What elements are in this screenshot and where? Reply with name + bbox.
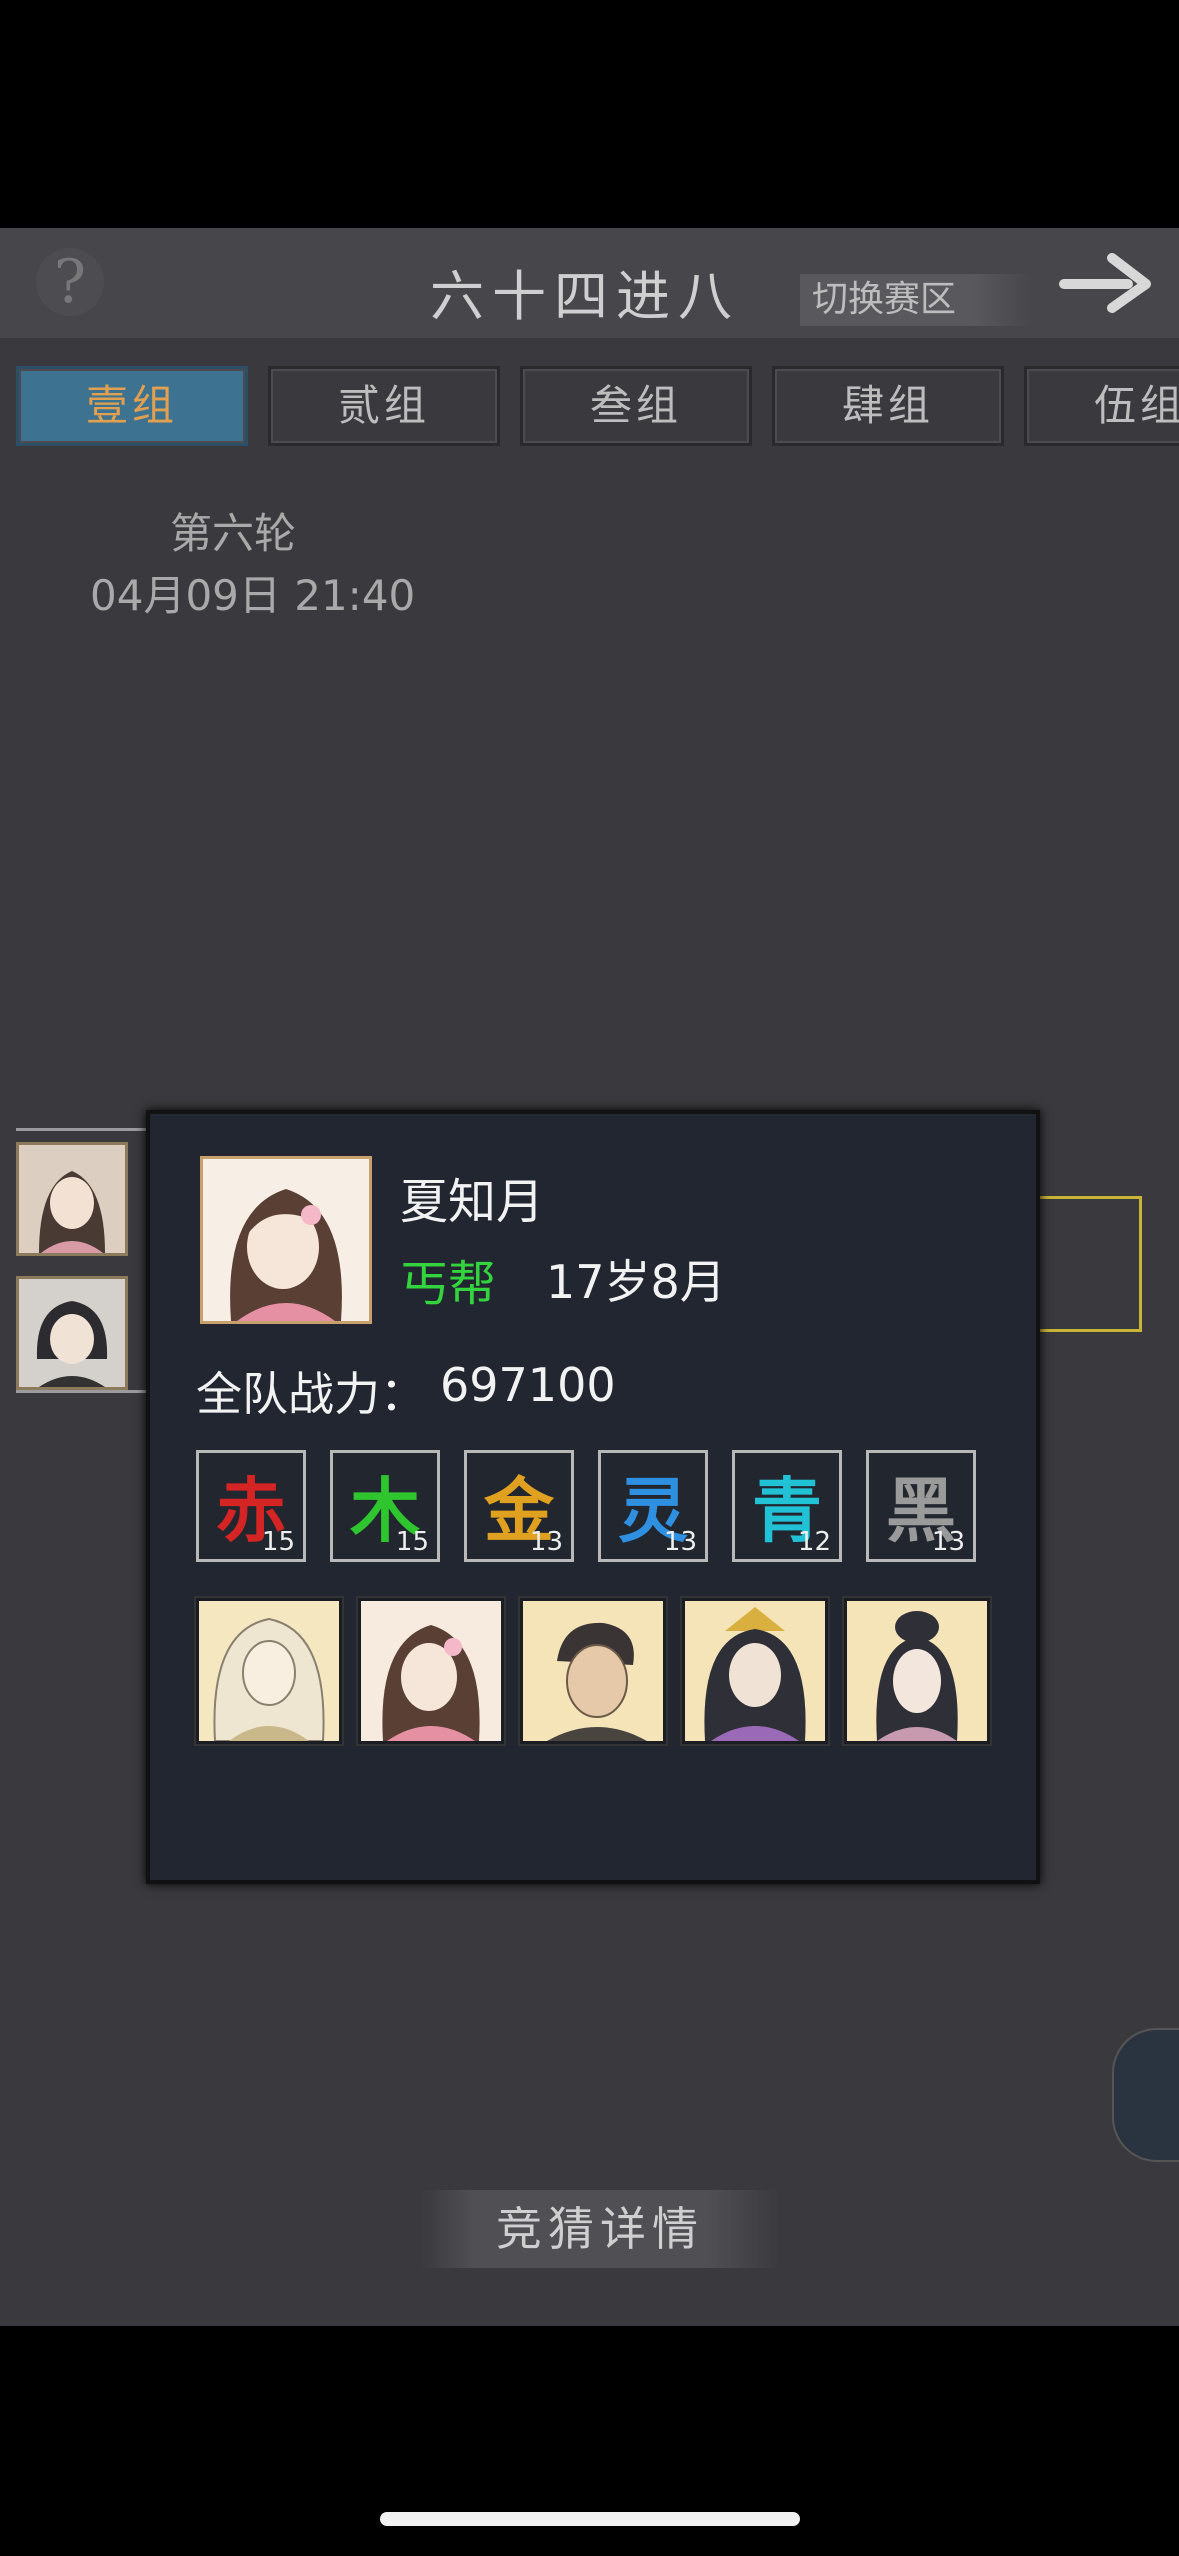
- game-screen: ? 六十四进八 切换赛区 壹组 贰组 叁组 肆组 伍组 第六轮 04月09日 2…: [0, 228, 1179, 2326]
- avatar[interactable]: [16, 1276, 128, 1390]
- team-hero-portrait[interactable]: [520, 1598, 666, 1744]
- tab-group-2[interactable]: 贰组: [268, 366, 500, 446]
- tab-group-1[interactable]: 壹组: [16, 366, 248, 446]
- attribute-wood: 木 15: [330, 1450, 440, 1562]
- help-icon[interactable]: ?: [36, 248, 104, 316]
- team-hero-portrait[interactable]: [682, 1598, 828, 1744]
- attribute-cyan: 青 12: [732, 1450, 842, 1562]
- attribute-spirit: 灵 13: [598, 1450, 708, 1562]
- attribute-value: 13: [931, 1527, 965, 1557]
- round-label: 第六轮: [170, 509, 297, 558]
- player-sect: 丐帮: [400, 1256, 497, 1312]
- attribute-gold: 金 13: [464, 1450, 574, 1562]
- bracket-line: [16, 1128, 156, 1131]
- player-avatar: [200, 1156, 372, 1324]
- switch-region-button[interactable]: 切换赛区: [800, 274, 1032, 326]
- avatar[interactable]: [16, 1142, 128, 1256]
- arrow-right-icon[interactable]: [1058, 248, 1154, 318]
- header: ? 六十四进八 切换赛区: [0, 228, 1179, 338]
- attribute-value: 13: [529, 1527, 563, 1557]
- page-title: 六十四进八: [430, 265, 740, 328]
- attribute-value: 15: [261, 1527, 295, 1557]
- attribute-value: 13: [663, 1527, 697, 1557]
- team-hero-portrait[interactable]: [844, 1598, 990, 1744]
- guess-details-button[interactable]: 竞猜详情: [420, 2190, 780, 2268]
- attribute-value: 12: [797, 1527, 831, 1557]
- team-power-label: 全队战力：: [196, 1367, 426, 1421]
- home-indicator[interactable]: [380, 2512, 800, 2526]
- scroll-decoration[interactable]: [1112, 2028, 1179, 2162]
- team-hero-portrait[interactable]: [358, 1598, 504, 1744]
- attribute-value: 15: [395, 1527, 429, 1557]
- tab-group-4[interactable]: 肆组: [772, 366, 1004, 446]
- player-name: 夏知月: [400, 1174, 545, 1230]
- bracket-line: [16, 1390, 156, 1393]
- status-bar-area: [0, 0, 1179, 228]
- team-power-value: 697100: [440, 1358, 616, 1412]
- round-time: 04月09日 21:40: [90, 571, 416, 620]
- team-hero-portrait[interactable]: [196, 1598, 342, 1744]
- player-age: 17岁8月: [546, 1255, 726, 1309]
- tab-group-5[interactable]: 伍组: [1024, 366, 1179, 446]
- bracket-box: [1030, 1196, 1142, 1332]
- attribute-red: 赤 15: [196, 1450, 306, 1562]
- group-tabs: 壹组 贰组 叁组 肆组 伍组: [16, 366, 1179, 450]
- tab-group-3[interactable]: 叁组: [520, 366, 752, 446]
- attribute-black: 黑 13: [866, 1450, 976, 1562]
- player-info-popup: 夏知月 丐帮 17岁8月 全队战力： 697100 赤 15 木 15 金 13…: [146, 1110, 1040, 1884]
